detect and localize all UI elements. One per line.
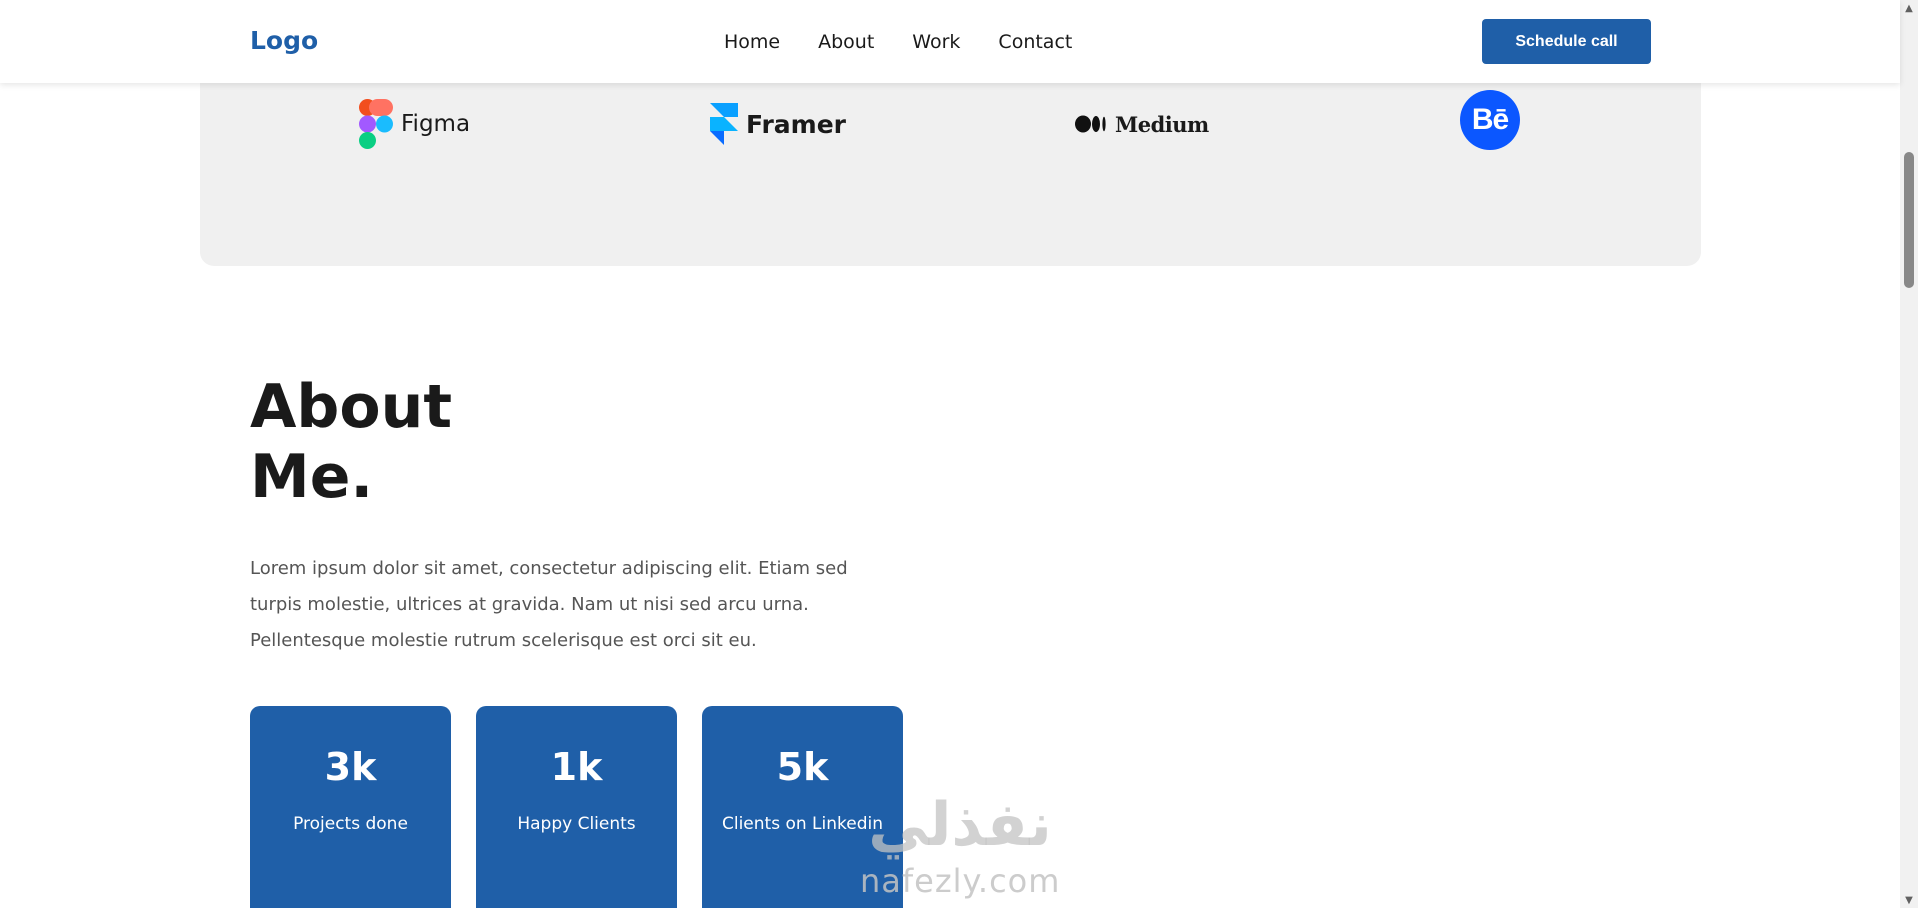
partner-name: Framer [746, 109, 847, 139]
stat-value: 3k [324, 745, 377, 789]
stat-value: 1k [550, 745, 603, 789]
partner-logo-strip: Figma Framer Medium Bē [200, 64, 1701, 266]
schedule-call-button[interactable]: Schedule call [1482, 19, 1651, 64]
partner-framer: Framer [710, 94, 846, 154]
about-description: Lorem ipsum dolor sit amet, consectetur … [250, 558, 848, 651]
partner-medium: Medium [1075, 94, 1209, 154]
site-header: Logo Home About Work Contact Schedule ca… [0, 0, 1900, 83]
partner-figma: Figma [359, 94, 470, 154]
nav-link-about[interactable]: About [818, 31, 874, 53]
stats-row: 3k Projects done 1k Happy Clients 5k Cli… [250, 706, 903, 908]
medium-logo-icon [1075, 115, 1106, 133]
stat-card-linkedin: 5k Clients on Linkedin [702, 706, 903, 908]
partner-name: Medium [1115, 111, 1209, 137]
stat-label: Projects done [293, 814, 408, 834]
main-nav: Home About Work Contact [724, 31, 1072, 53]
stat-card-clients: 1k Happy Clients [476, 706, 677, 908]
site-logo[interactable]: Logo [250, 26, 318, 55]
about-heading-line1: About [250, 372, 453, 442]
nav-link-home[interactable]: Home [724, 31, 780, 53]
scroll-down-arrow-icon[interactable]: ▼ [1900, 892, 1918, 908]
about-heading-line2: Me. [250, 442, 374, 512]
page-scrollbar[interactable]: ▲ ▼ [1900, 0, 1918, 908]
partner-name: Figma [401, 111, 471, 137]
behance-logo-icon: Bē [1460, 90, 1520, 150]
nav-link-work[interactable]: Work [912, 31, 960, 53]
stat-card-projects: 3k Projects done [250, 706, 451, 908]
scrollbar-thumb[interactable] [1904, 152, 1914, 288]
scroll-up-arrow-icon[interactable]: ▲ [1900, 0, 1918, 16]
stat-label: Clients on Linkedin [721, 814, 883, 834]
figma-logo-icon [359, 99, 393, 149]
stat-value: 5k [776, 745, 829, 789]
stat-label: Happy Clients [517, 814, 636, 834]
about-heading: About Me. [250, 372, 650, 512]
nav-link-contact[interactable]: Contact [998, 31, 1072, 53]
partner-behance: Bē [1460, 90, 1520, 150]
framer-logo-icon [710, 103, 738, 145]
